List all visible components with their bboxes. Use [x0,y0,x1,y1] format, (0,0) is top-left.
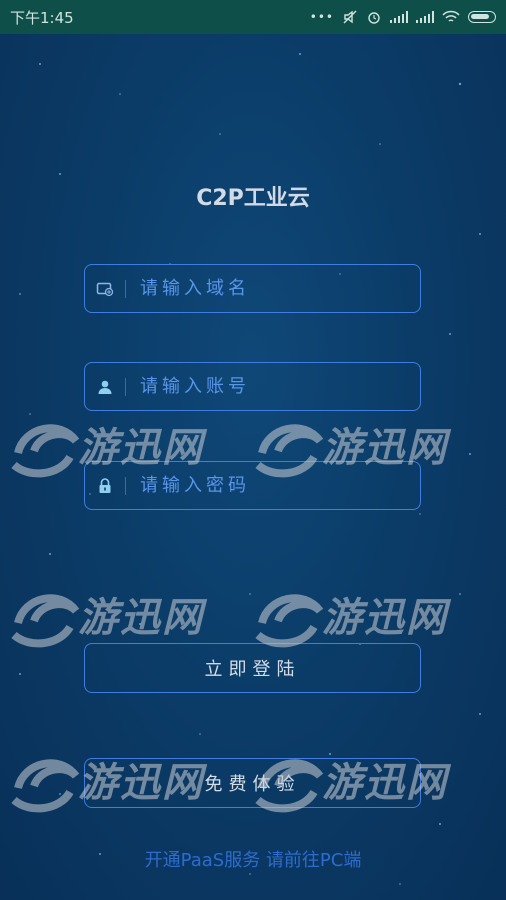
field-divider [125,476,126,495]
status-time: 下午1:45 [10,8,74,27]
login-screen: 下午1:45 ••• C2P工业云 请输入域名 请输入账号 立即登陆 免费体验 … [0,0,506,900]
wifi-icon [442,10,460,22]
app-title: C2P工业云 [196,186,310,211]
account-field[interactable] [84,362,421,411]
account-input[interactable] [140,376,400,397]
status-icons: ••• [310,9,496,25]
password-input[interactable] [140,475,400,496]
alarm-icon [368,12,380,24]
field-divider [125,377,126,396]
login-button[interactable]: 立即登陆 [84,643,421,693]
domain-field[interactable] [84,264,421,313]
more-dots-icon: ••• [309,10,334,24]
domain-icon [85,265,125,312]
status-bar: 下午1:45 ••• [0,0,506,34]
password-field[interactable] [84,461,421,510]
user-icon [85,363,125,410]
lock-icon [85,462,125,509]
paas-pc-notice: 开通PaaS服务 请前往PC端 [144,850,362,871]
mute-icon [343,10,357,24]
battery-icon [468,11,496,23]
domain-input[interactable] [140,278,400,299]
signal-icon-2 [416,11,434,23]
free-trial-button[interactable]: 免费体验 [84,758,421,808]
field-divider [125,279,126,298]
signal-icon-1 [390,11,408,23]
